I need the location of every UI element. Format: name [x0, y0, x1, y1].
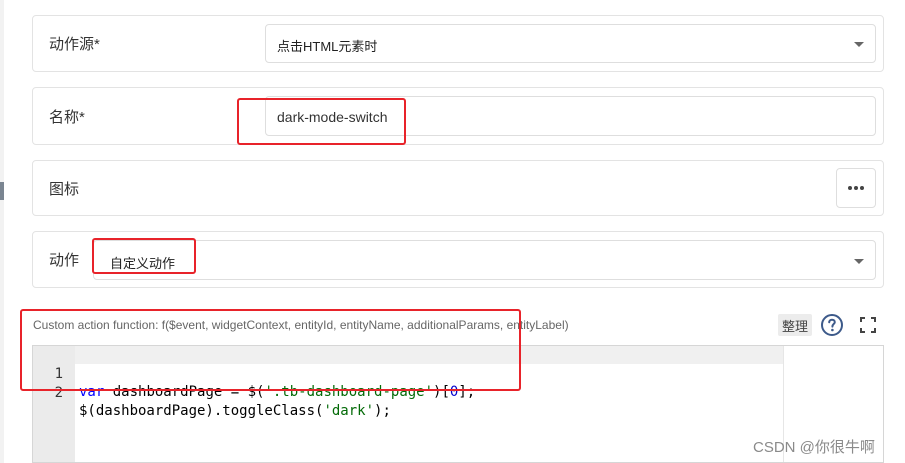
code-text: dashboardPage = $(: [104, 384, 265, 400]
tidy-button[interactable]: 整理: [778, 314, 812, 336]
code-keyword: var: [79, 384, 105, 400]
code-text: ];: [458, 384, 476, 400]
custom-function-hint: Custom action function: f($event, widget…: [33, 318, 569, 332]
action-source-label: 动作源*: [49, 36, 100, 53]
action-value: 自定义动作: [110, 256, 176, 271]
name-input[interactable]: dark-mode-switch: [265, 96, 876, 136]
help-circle-icon[interactable]: [820, 313, 844, 337]
action-source-select[interactable]: 点击HTML元素时: [265, 24, 876, 63]
icon-label: 图标: [49, 181, 80, 198]
more-horizontal-icon: [848, 186, 864, 190]
code-string: 'dark': [323, 403, 375, 419]
name-input-value: dark-mode-switch: [277, 109, 388, 125]
code-text: )[: [433, 384, 450, 400]
scroll-marker: [0, 182, 4, 200]
watermark: CSDN @你很牛啊: [753, 439, 875, 456]
line-number: 2: [54, 385, 63, 401]
icon-card: 图标: [32, 160, 884, 216]
code-text: );: [374, 403, 391, 419]
action-select[interactable]: 自定义动作: [93, 240, 876, 280]
code-line: 2 $(dashboardPage).toggleClass('dark');: [33, 366, 783, 419]
name-label: 名称*: [49, 109, 85, 126]
left-edge-strip: [0, 0, 4, 463]
code-text: $(dashboardPage).toggleClass(: [79, 403, 324, 419]
chevron-down-icon: [854, 42, 864, 47]
action-label: 动作: [49, 252, 80, 269]
chevron-down-icon: [854, 259, 864, 264]
fullscreen-icon[interactable]: [858, 315, 878, 335]
code-string: '.tb-dashboard-page': [264, 384, 434, 400]
action-source-value: 点击HTML元素时: [277, 39, 378, 54]
more-options-button[interactable]: [836, 168, 876, 208]
code-line: 1 var dashboardPage = $('.tb-dashboard-p…: [33, 347, 783, 400]
